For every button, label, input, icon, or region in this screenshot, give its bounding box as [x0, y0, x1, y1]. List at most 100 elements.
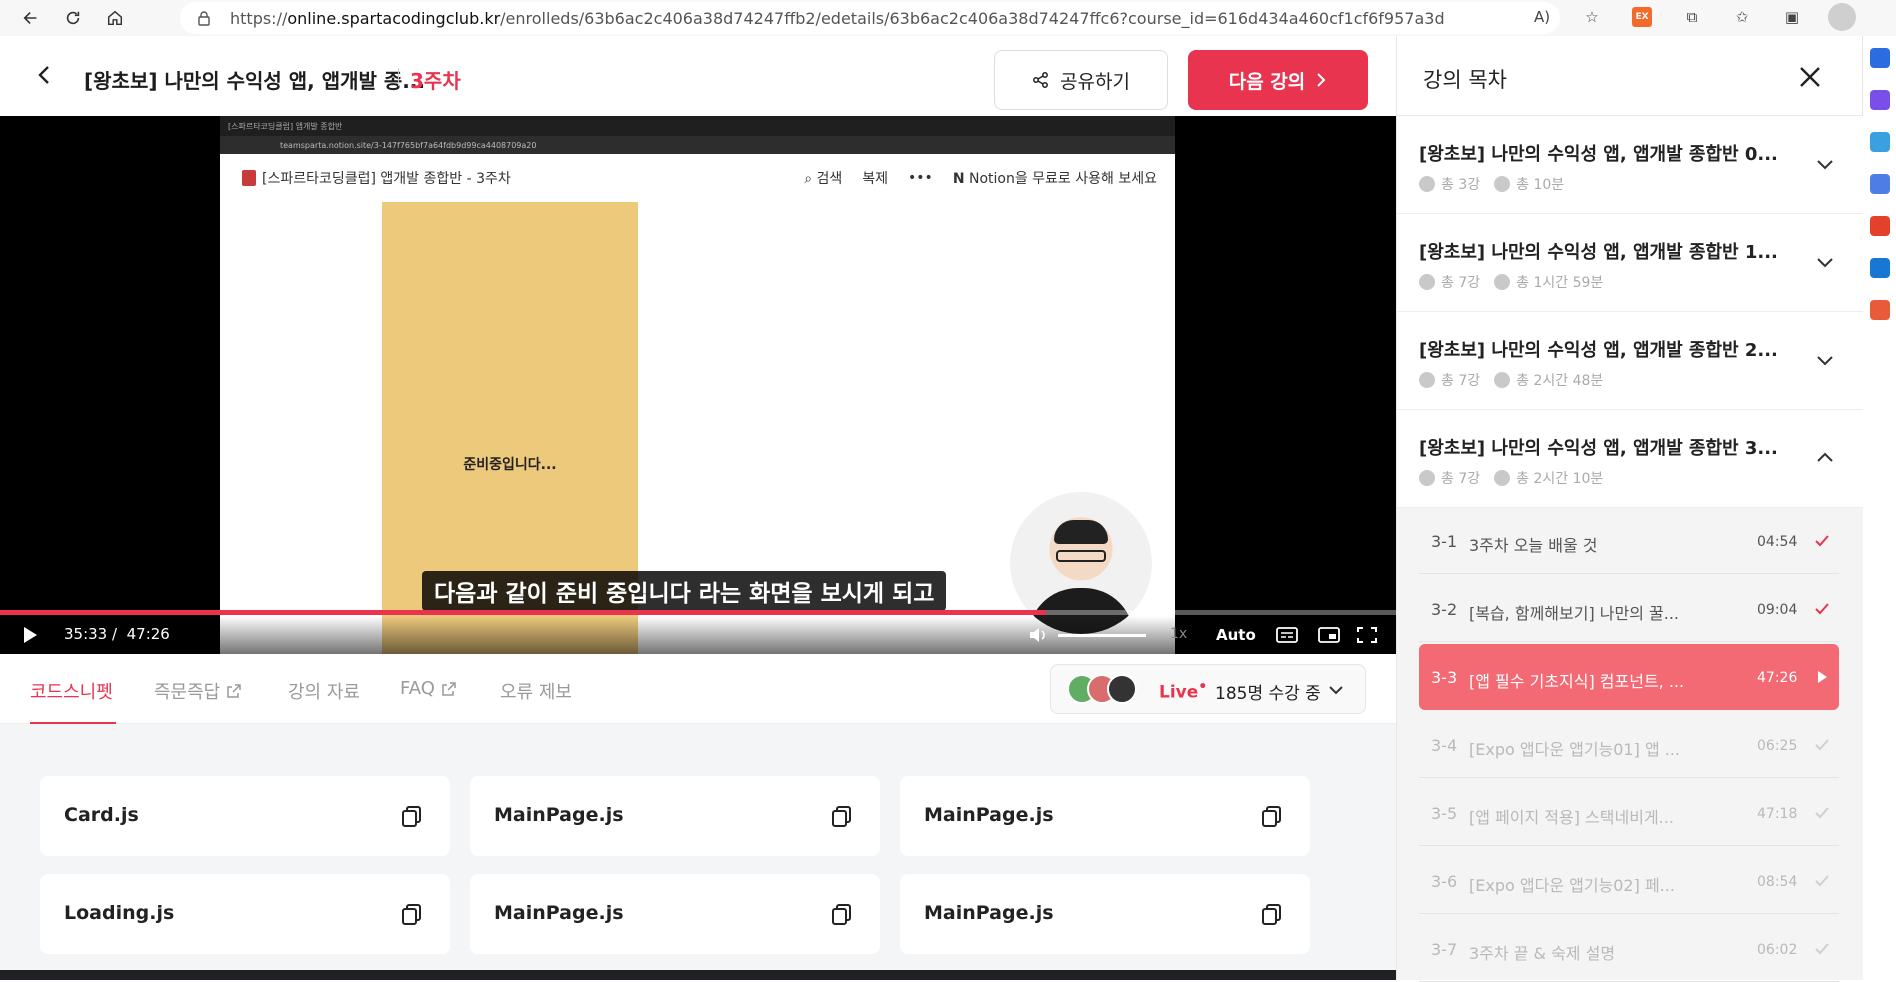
collections-icon[interactable]: ▣: [1778, 3, 1806, 31]
chapter-item[interactable]: [왕초보] 나만의 수익성 앱, 앱개발 종합반 1... 총 7강 총 1시간…: [1397, 214, 1863, 312]
extensions-puzzle-icon[interactable]: ⧉: [1678, 3, 1706, 31]
copy-icon[interactable]: [400, 902, 424, 926]
tab-report-error[interactable]: 오류 제보: [500, 678, 572, 704]
notion-title-text: [스파르타코딩클럽] 앱개발 종합반 - 3주차: [262, 171, 511, 187]
lesson-item[interactable]: 3-1 3주차 오늘 배울 것 04:54: [1419, 508, 1839, 574]
check-icon: [1815, 603, 1829, 615]
chapter-item[interactable]: [왕초보] 나만의 수익성 앱, 앱개발 종합반 3... 총 7강 총 2시간…: [1397, 410, 1863, 508]
subtitle-caption: 다음과 같이 준비 중입니다 라는 화면을 보시게 되고: [422, 571, 947, 611]
inner-tab-title: [스파르타코딩클럽] 앱개발 종합반: [228, 121, 343, 131]
notion-duplicate: 복제: [862, 171, 889, 187]
chevron-down-icon: [1817, 160, 1833, 170]
outlook-icon[interactable]: [1869, 258, 1890, 278]
lesson-item[interactable]: 3-2 [복습, 함께해보기] 나만의 꿀... 09:04: [1419, 576, 1839, 642]
notion-search: ⌕ 검색: [804, 171, 843, 187]
copy-icon[interactable]: [1260, 902, 1284, 926]
live-text: Live: [1159, 682, 1199, 703]
clock-icon: [1494, 176, 1511, 192]
lesson-item-current[interactable]: 3-3 [앱 필수 기초지식] 컴포넌트, ... 47:26: [1419, 644, 1839, 710]
notion-header: [스파르타코딩클럽] 앱개발 종합반 - 3주차 ⌕ 검색 복제 ••• N N…: [220, 154, 1175, 198]
favorites-icon[interactable]: ✩: [1728, 3, 1756, 31]
live-count: 185명 수강 중: [1215, 684, 1321, 704]
avatar: [1107, 674, 1137, 704]
tab-materials[interactable]: 강의 자료: [288, 678, 360, 704]
tab-code-snippets[interactable]: 코드스니펫: [30, 678, 113, 704]
external-link-icon: [442, 681, 456, 696]
lesson-item[interactable]: 3-5 [앱 페이지 적용] 스택네비게... 47:18: [1419, 780, 1839, 846]
snippet-card[interactable]: MainPage.js: [470, 874, 880, 954]
presenter-hair: [1054, 520, 1108, 544]
copilot-icon[interactable]: [1869, 90, 1890, 110]
lesson-number: 3-1: [1431, 532, 1458, 551]
panel-title: 강의 목차: [1423, 68, 1507, 92]
snippet-name: Card.js: [64, 804, 139, 826]
copy-icon[interactable]: [1260, 804, 1284, 828]
lesson-duration: 09:04: [1757, 602, 1798, 618]
office-icon[interactable]: [1869, 216, 1890, 236]
duration-label: 총 10분: [1516, 177, 1565, 193]
home-icon[interactable]: [100, 3, 130, 33]
progress-bar[interactable]: [0, 610, 1396, 615]
play-icon[interactable]: [22, 626, 38, 644]
duration: 총 1시간 59분: [1494, 272, 1603, 292]
chevron-down-icon: [1817, 356, 1833, 366]
chapter-title: [왕초보] 나만의 수익성 앱, 앱개발 종합반 3...: [1419, 438, 1778, 459]
copy-icon[interactable]: [830, 902, 854, 926]
snippet-card[interactable]: MainPage.js: [900, 776, 1310, 856]
lesson-number: 3-4: [1431, 736, 1458, 755]
address-bar[interactable]: https://online.spartacodingclub.kr/enrol…: [180, 2, 1560, 34]
live-avatars: [1067, 674, 1137, 704]
snippet-card[interactable]: MainPage.js: [900, 874, 1310, 954]
volume-icon[interactable]: [1028, 625, 1048, 645]
playback-speed[interactable]: 1x: [1170, 626, 1187, 642]
snippet-card[interactable]: MainPage.js: [470, 776, 880, 856]
quality-selector[interactable]: Auto: [1216, 626, 1256, 644]
copy-icon[interactable]: [830, 804, 854, 828]
tab-qna[interactable]: 즉문즉답: [154, 678, 242, 704]
shopping-icon[interactable]: [1869, 132, 1890, 152]
lesson-item[interactable]: 3-4 [Expo 앱다운 앱기능01] 앱 ... 06:25: [1419, 712, 1839, 778]
fullscreen-icon[interactable]: [1356, 626, 1378, 644]
picture-in-picture-icon[interactable]: [1318, 626, 1340, 644]
lesson-item[interactable]: 3-7 3주차 끝 & 숙제 설명 06:02: [1419, 916, 1839, 982]
read-aloud-icon[interactable]: A): [1528, 3, 1556, 31]
next-lecture-button[interactable]: 다음 강의: [1188, 50, 1368, 110]
search-sidebar-icon[interactable]: [1869, 48, 1890, 68]
notion-search-label: 검색: [816, 171, 843, 187]
lesson-title: [Expo 앱다운 앱기능01] 앱 ...: [1469, 740, 1681, 759]
live-label: Live•: [1159, 679, 1207, 703]
snippet-card[interactable]: Loading.js: [40, 874, 450, 954]
player-controls: 35:33 / 47:26 1x Auto: [0, 616, 1396, 654]
close-icon[interactable]: [1797, 64, 1823, 90]
subtitles-icon[interactable]: [1276, 626, 1298, 644]
favorite-star-icon[interactable]: ☆: [1578, 3, 1606, 31]
lesson-item[interactable]: 3-6 [Expo 앱다운 앱기능02] 페... 08:54: [1419, 848, 1839, 914]
duration: 총 2시간 10분: [1494, 468, 1603, 488]
back-arrow-icon[interactable]: [30, 60, 60, 90]
back-nav-icon[interactable]: [16, 3, 46, 33]
play-icon: [1818, 671, 1827, 683]
lesson-number: 3-5: [1431, 804, 1458, 823]
people-icon[interactable]: [1869, 174, 1890, 194]
lesson-count: 총 7강: [1419, 468, 1480, 488]
profile-avatar[interactable]: [1828, 3, 1856, 31]
check-icon: [1815, 943, 1829, 955]
video-player[interactable]: [스파르타코딩클럽] 앱개발 종합반 teamsparta.notion.sit…: [0, 116, 1396, 654]
tab-faq[interactable]: FAQ: [400, 678, 457, 699]
tools-icon[interactable]: [1869, 300, 1890, 320]
duration-label: 총 2시간 48분: [1516, 373, 1604, 389]
snippet-card[interactable]: Card.js: [40, 776, 450, 856]
extension-ex-icon[interactable]: EX: [1628, 3, 1656, 31]
curriculum-panel: 강의 목차 [왕초보] 나만의 수익성 앱, 앱개발 종합반 0... 총 3강…: [1396, 36, 1863, 982]
external-link-icon: [227, 684, 241, 698]
refresh-icon[interactable]: [58, 3, 88, 33]
browser-toolbar: https://online.spartacodingclub.kr/enrol…: [0, 0, 1896, 36]
share-button[interactable]: 공유하기: [994, 50, 1168, 110]
chapter-item[interactable]: [왕초보] 나만의 수익성 앱, 앱개발 종합반 0... 총 3강 총 10분: [1397, 116, 1863, 214]
browser-extensions: A) ☆ EX ⧉ ✩ ▣: [1528, 3, 1856, 31]
volume-slider[interactable]: [1058, 634, 1146, 637]
copy-icon[interactable]: [400, 804, 424, 828]
notion-logo-icon: N: [952, 171, 965, 187]
chapter-item[interactable]: [왕초보] 나만의 수익성 앱, 앱개발 종합반 2... 총 7강 총 2시간…: [1397, 312, 1863, 410]
live-viewers[interactable]: Live• 185명 수강 중: [1050, 664, 1366, 714]
